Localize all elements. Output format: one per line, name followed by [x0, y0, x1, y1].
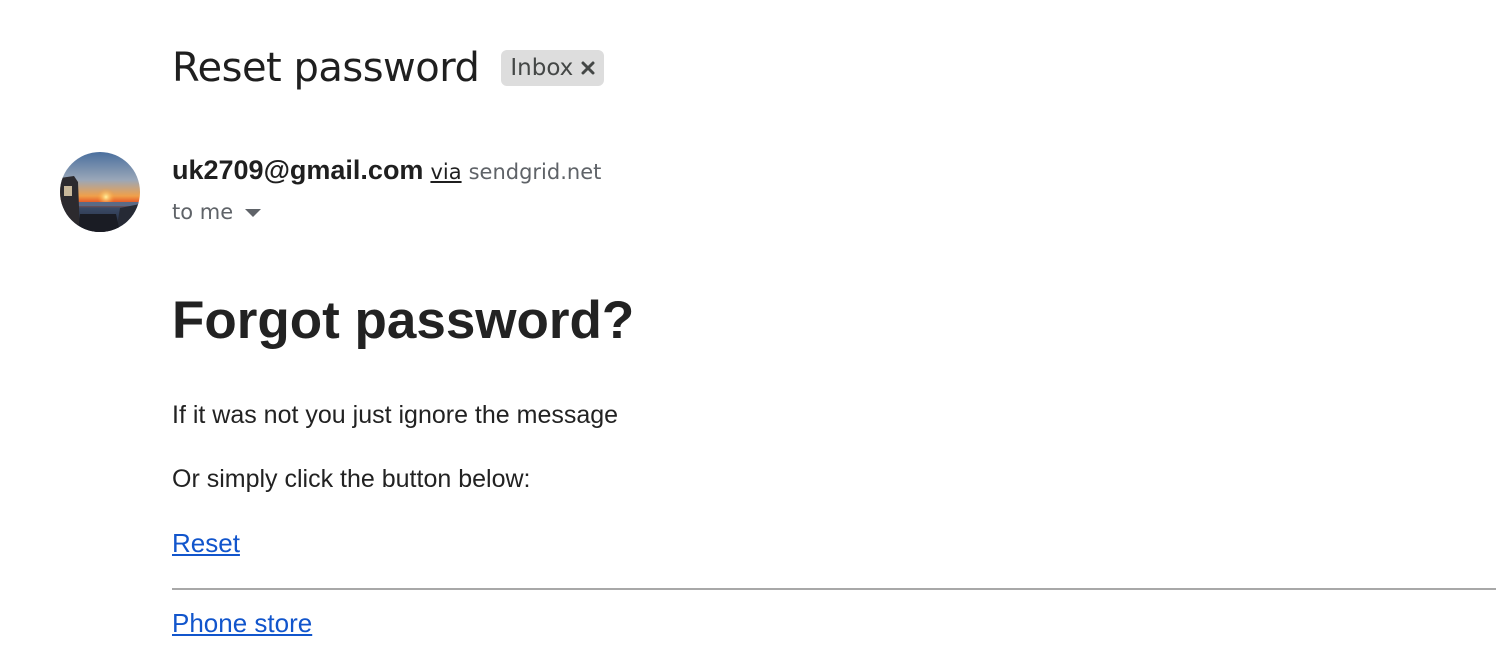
- close-icon[interactable]: [581, 61, 595, 75]
- inbox-label-chip[interactable]: Inbox: [501, 50, 605, 86]
- via-domain: sendgrid.net: [468, 160, 602, 184]
- divider: [172, 588, 1496, 590]
- chevron-down-icon[interactable]: [245, 209, 262, 217]
- email-view: Reset password Inbox uk2709@gmail.com vi…: [0, 0, 1496, 668]
- phone-store-link[interactable]: Phone store: [172, 607, 312, 639]
- sunset-photo-icon: [60, 152, 140, 232]
- email-subject: Reset password: [172, 45, 480, 91]
- recipient-details-toggle[interactable]: to me: [172, 197, 262, 227]
- reset-link[interactable]: Reset: [172, 527, 240, 559]
- avatar[interactable]: [60, 152, 140, 232]
- recipient-text: to me: [172, 200, 234, 224]
- sender-row: uk2709@gmail.com via sendgrid.net: [172, 155, 601, 191]
- label-chip-text: Inbox: [510, 55, 574, 81]
- body-heading: Forgot password?: [172, 291, 635, 350]
- via-link[interactable]: via: [430, 160, 461, 184]
- subject-row: Reset password Inbox: [172, 40, 605, 96]
- sender-email[interactable]: uk2709@gmail.com: [172, 155, 423, 186]
- body-paragraph-1: If it was not you just ignore the messag…: [172, 401, 619, 429]
- body-paragraph-2: Or simply click the button below:: [172, 465, 531, 493]
